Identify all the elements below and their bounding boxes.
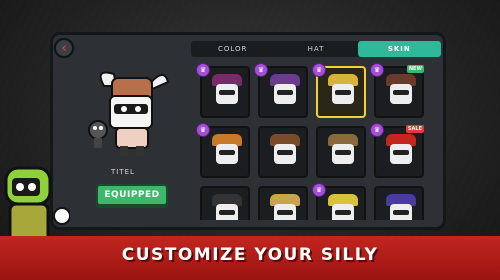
character-icon [216, 84, 238, 104]
skin-item[interactable] [316, 126, 366, 178]
character-icon [390, 144, 412, 164]
banner-text: CUSTOMIZE YOUR SILLY [121, 245, 379, 265]
character-icon [332, 144, 354, 164]
character-icon [274, 144, 296, 164]
crown-icon: ♛ [370, 63, 384, 77]
back-button[interactable]: ‹ [54, 38, 74, 58]
character-icon [216, 204, 238, 220]
skin-item[interactable] [200, 186, 250, 220]
skin-item[interactable]: ♛ [312, 183, 366, 220]
skin-item[interactable]: ♛ NEW [370, 63, 424, 118]
sale-tag: SALE [405, 125, 424, 133]
skin-item[interactable]: ♛ [254, 63, 308, 118]
character-icon [216, 144, 238, 164]
tab-skin[interactable]: SKIN [357, 41, 441, 57]
skin-item[interactable] [258, 126, 308, 178]
skin-item[interactable]: ♛ [196, 123, 250, 178]
crown-icon: ♛ [312, 183, 326, 197]
skin-item[interactable]: ♛ SALE [370, 123, 424, 178]
tab-hat[interactable]: HAT [274, 45, 357, 53]
new-tag: NEW [406, 65, 424, 73]
character-icon [274, 84, 296, 104]
skin-item[interactable] [374, 186, 424, 220]
tab-color[interactable]: COLOR [191, 45, 274, 53]
character-preview: TITEL EQUIPPED [64, 58, 182, 218]
category-tabs: COLOR HAT SKIN [191, 41, 441, 57]
skin-grid: ♛ ♛ ♛ ♛ NEW ♛ ♛ SALE ♛ [196, 60, 438, 220]
crown-icon: ♛ [196, 63, 210, 77]
crown-icon: ♛ [196, 123, 210, 137]
character-name: TITEL [111, 168, 135, 176]
character-icon [332, 84, 354, 104]
crown-icon: ♛ [312, 63, 326, 77]
chevron-left-icon: ‹ [61, 40, 67, 56]
equipped-label: EQUIPPED [104, 190, 160, 200]
character-icon [274, 204, 296, 220]
character-icon [332, 204, 354, 220]
skin-item[interactable]: ♛ [196, 63, 250, 118]
equipped-button[interactable]: EQUIPPED [96, 184, 168, 206]
crown-icon: ♛ [370, 123, 384, 137]
character-icon [390, 204, 412, 220]
character-icon [390, 84, 412, 104]
skin-item[interactable]: ♛ [312, 63, 366, 118]
crown-icon: ♛ [254, 63, 268, 77]
character-figure [88, 71, 170, 156]
skin-item[interactable] [258, 186, 308, 220]
